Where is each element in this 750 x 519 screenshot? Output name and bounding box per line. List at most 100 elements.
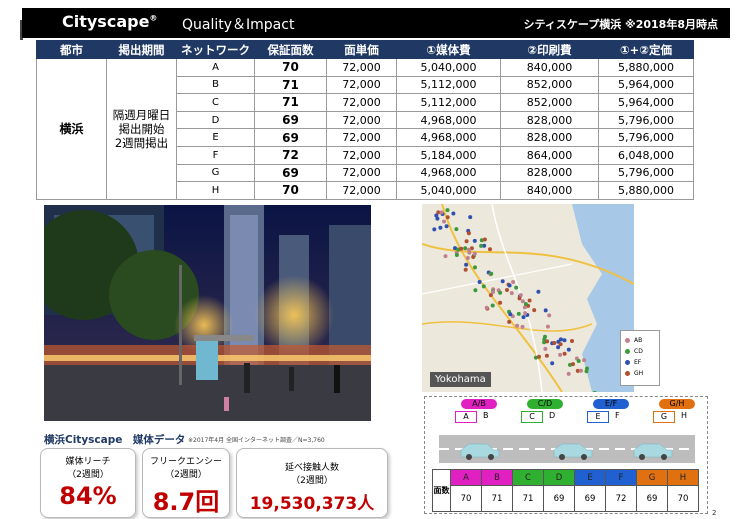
map-location-dot <box>536 289 541 294</box>
reach-value: 84% <box>59 482 117 510</box>
map-location-dot <box>508 312 513 317</box>
legend-dot <box>625 360 630 365</box>
legend-dot <box>625 338 630 343</box>
frequency-value: 8.7回 <box>152 488 220 516</box>
map-location-dot <box>579 368 583 373</box>
car-icons <box>460 443 673 460</box>
faces-count-cell: 71 <box>481 485 513 512</box>
map-location-dot <box>454 253 459 257</box>
map-location-dot <box>459 246 464 251</box>
street-night-photo <box>44 205 371 421</box>
map-location-dot <box>558 342 563 347</box>
unit-price-cell: 72,000 <box>326 93 397 112</box>
network-cell: A <box>176 58 255 77</box>
legend-dot <box>625 349 630 354</box>
map-graphic <box>422 204 634 392</box>
network-cell: G <box>176 163 255 183</box>
board-right: H <box>681 411 688 420</box>
map-location-dot <box>520 324 525 329</box>
car-icon <box>633 443 673 458</box>
print-cost-cell: 852,000 <box>500 75 599 95</box>
map-location-dot <box>558 352 563 357</box>
map-location-dot <box>521 315 526 320</box>
map-location-dot <box>489 271 494 276</box>
header-meta: シティスケープ横浜 ※2018年8月時点 <box>523 18 718 31</box>
map-location-dot <box>438 225 443 230</box>
map-location-dot <box>444 224 449 229</box>
faces-header: 面数 <box>432 469 451 512</box>
photo-illustration <box>44 205 371 421</box>
faces-count-row: 70 71 71 69 69 72 69 70 <box>433 485 699 512</box>
faces-cell: 71 <box>254 93 327 112</box>
col-print-cost: ②印刷費 <box>500 40 599 59</box>
faces-letter-cell: C <box>512 469 544 486</box>
reach-label: 媒体リーチ <box>65 457 111 467</box>
map-location-dot <box>498 290 503 295</box>
map-location-dot <box>432 227 437 232</box>
yokohama-map: Yokohama <box>422 204 634 392</box>
map-location-dot <box>463 267 468 272</box>
map-location-dot <box>445 208 450 213</box>
media-cost-cell: 5,040,000 <box>396 181 501 200</box>
col-media-cost: ①媒体費 <box>396 40 501 59</box>
total-price-cell: 6,048,000 <box>598 145 694 165</box>
total-price-cell: 5,796,000 <box>598 163 694 183</box>
map-location-dot <box>520 299 525 304</box>
legend-item: CD <box>625 346 655 357</box>
col-unit-price: 面単価 <box>326 40 397 59</box>
pricing-row: 横浜 隔週月曜日 掲出開始 2週間掲出 A 70 72,000 5,040,000 840,00… <box>36 58 694 200</box>
media-cost-cell: 5,040,000 <box>396 58 501 77</box>
pair-pill: C/D <box>527 399 563 409</box>
col-period: 掲出期間 <box>106 40 177 59</box>
impressions-period: （2週間） <box>291 476 333 486</box>
legend-dot <box>625 371 630 376</box>
unit-price-cell: 72,000 <box>326 163 397 183</box>
map-location-dot <box>566 347 571 352</box>
network-cell: E <box>176 128 255 147</box>
faces-count-cell: 69 <box>543 485 575 512</box>
media-cost-cell: 4,968,000 <box>396 163 501 183</box>
unit-price-cell: 72,000 <box>326 75 397 95</box>
map-location-dot <box>488 247 492 252</box>
total-price-cell: 5,880,000 <box>598 58 694 77</box>
map-location-dot <box>443 254 448 259</box>
faces-cell: 72 <box>254 145 327 165</box>
map-location-dot <box>558 337 563 342</box>
map-location-dot <box>562 351 567 356</box>
media-cost-cell: 4,968,000 <box>396 128 501 147</box>
map-location-dot <box>517 296 522 301</box>
unit-price-cell: 72,000 <box>326 110 397 130</box>
legend-item: EF <box>625 357 655 368</box>
faces-letter-cell: H <box>667 469 699 486</box>
map-location-dot <box>464 262 469 267</box>
faces-count-cell: 69 <box>636 485 668 512</box>
map-location-dot <box>547 313 552 318</box>
print-cost-cell: 828,000 <box>500 110 599 130</box>
map-location-dot <box>516 311 521 316</box>
map-location-dot <box>479 243 484 248</box>
map-city-label: Yokohama <box>430 372 491 387</box>
map-location-dot <box>466 231 471 236</box>
map-location-dot <box>439 210 444 215</box>
col-total-price: ①+②定価 <box>598 40 694 59</box>
map-location-dot <box>523 302 528 306</box>
faces-count-cell: 70 <box>667 485 699 512</box>
network-cell: D <box>176 110 255 130</box>
map-location-dot <box>515 323 520 328</box>
total-price-cell: 5,796,000 <box>598 110 694 130</box>
map-location-dot <box>463 246 468 251</box>
map-location-dot <box>544 353 549 358</box>
network-cell: C <box>176 93 255 112</box>
pair-pill: G/H <box>659 399 695 409</box>
unit-price-cell: 72,000 <box>326 145 397 165</box>
map-location-dot <box>491 290 495 294</box>
faces-cell: 69 <box>254 128 327 147</box>
map-location-dot <box>507 283 512 288</box>
print-cost-cell: 828,000 <box>500 128 599 147</box>
board-left: C <box>521 411 543 423</box>
map-location-dot <box>566 371 571 376</box>
map-location-dot <box>543 308 548 313</box>
faces-count-cell: 71 <box>512 485 544 512</box>
frequency-period: （2週間） <box>165 470 207 480</box>
map-location-dot <box>507 319 512 324</box>
